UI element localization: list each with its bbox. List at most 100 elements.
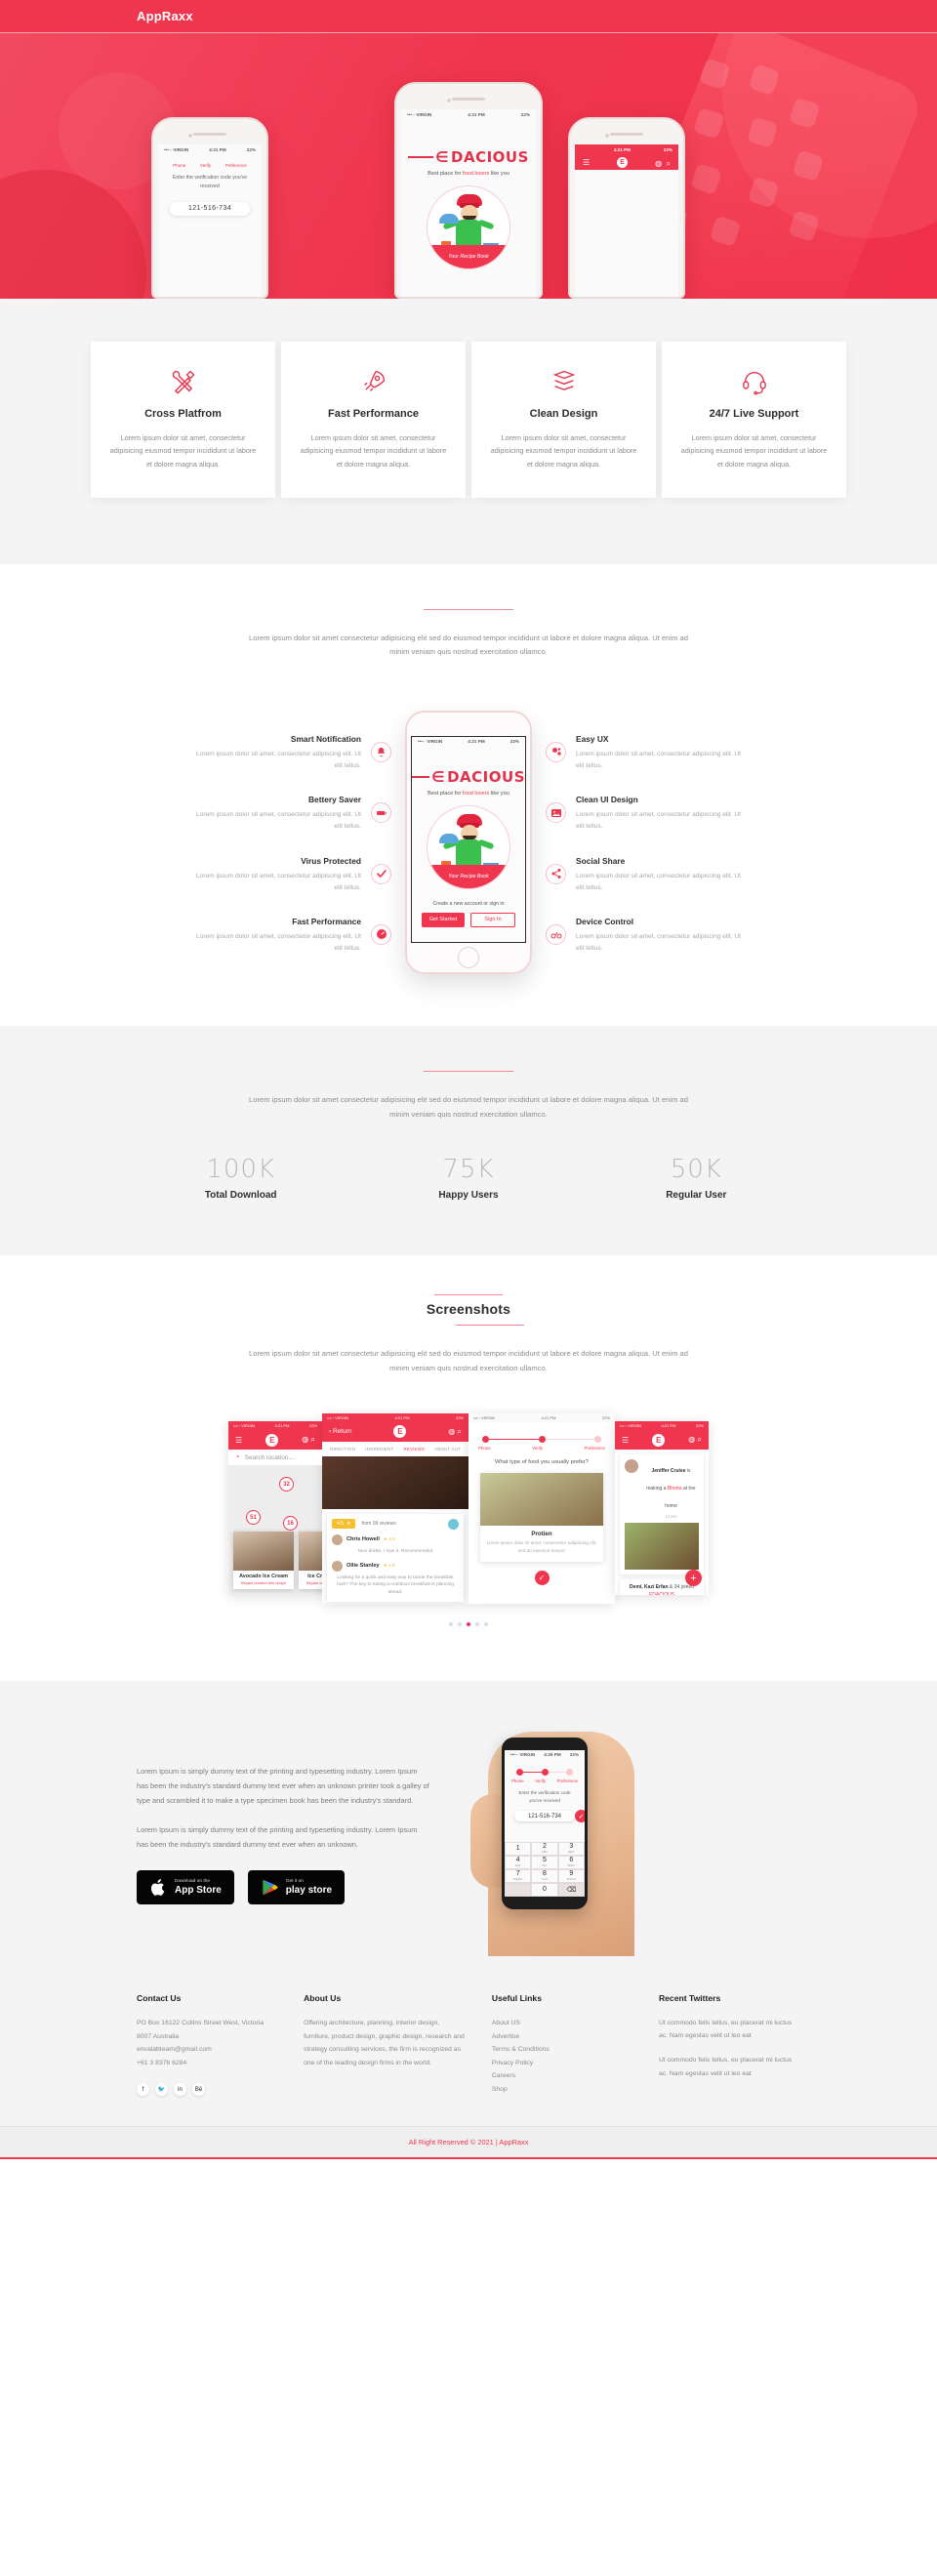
key-1[interactable]: 1 [505, 1841, 532, 1856]
carousel-dot[interactable] [484, 1621, 488, 1626]
feature-item[interactable]: Social Share Lorem ipsum dolor sit amet,… [546, 856, 741, 894]
globe-icon[interactable]: ◍ [302, 1435, 308, 1444]
key-6[interactable]: 6 MNO [557, 1855, 585, 1869]
key-3[interactable]: 3 DEF [557, 1841, 585, 1856]
screenshot-map[interactable]: •••◦◦ VIRGIN 4:21 PM 22% ☰ E ◍ ⌕ 32 51 1… [228, 1421, 322, 1596]
map-pin[interactable]: 51 [246, 1510, 261, 1526]
linkedin-icon[interactable]: in [174, 2083, 186, 2097]
key-8[interactable]: 8 TUV [531, 1868, 558, 1883]
screenshot-preference[interactable]: •••◦◦ VIRGIN 4:21 PM 22% Phone Verify Pr… [468, 1412, 615, 1604]
contact-phone[interactable]: +61 3 8376 6284 [137, 2057, 278, 2070]
carousel-dot[interactable] [458, 1621, 462, 1626]
search-icon[interactable]: ⌕ [667, 159, 671, 168]
screenshot-reviews[interactable]: •••◦◦ VIRGIN 4:21 PM 22% ‹ Return E ◍ ⌕ … [322, 1412, 468, 1604]
feature-card[interactable]: Clean Design Lorem ipsum dolor sit amet,… [471, 342, 656, 498]
headset-icon [677, 365, 831, 398]
key-9[interactable]: 9 WXYZ [557, 1868, 585, 1883]
confirm-code-button[interactable]: ✓ [575, 1810, 585, 1823]
footer: Contact Us PO Box 16122 Collins Street W… [0, 1955, 937, 2126]
map-pin[interactable]: 32 [279, 1477, 294, 1492]
play-store-button[interactable]: Get it on play store [247, 1870, 346, 1905]
food-card[interactable]: Ice Cream Truffle Biryani created this r… [299, 1532, 322, 1590]
confirm-button[interactable]: ✓ [534, 1570, 550, 1585]
contact-email[interactable]: envalabteam@gmail.com [137, 2043, 278, 2057]
feature-card[interactable]: Fast Performance Lorem ipsum dolor sit a… [281, 342, 466, 498]
search-icon[interactable]: ⌕ [698, 1435, 702, 1444]
search-input[interactable]: Search location.... [245, 1454, 296, 1461]
join-names[interactable]: Demi, Kazi Erfan [630, 1584, 668, 1590]
footer-link-shop[interactable]: Shop [492, 2083, 633, 2097]
globe-icon[interactable]: ◍ [688, 1435, 695, 1444]
search-icon[interactable]: ⌕ [311, 1435, 315, 1444]
food-card[interactable]: Avocado Ice Cream Biryani created this r… [233, 1532, 294, 1590]
map-pin[interactable]: 16 [283, 1516, 298, 1532]
numeric-keypad[interactable]: 1 2 ABC 3 DEF 4 GHI 5 JKL 6 MNO 7 PQRS 8 TUV 9W… [505, 1841, 585, 1897]
app-tagline: Best place for food lovers like you [412, 791, 525, 797]
verification-code-input[interactable]: 121-516-734 [170, 201, 250, 216]
tab-about[interactable]: ABOUT AUT [434, 1447, 461, 1452]
tagline-post: like you [489, 171, 509, 177]
facebook-icon[interactable]: f [137, 2083, 149, 2097]
key-0[interactable]: 0 [531, 1882, 558, 1897]
globe-icon[interactable]: ◍ [655, 159, 662, 168]
feature-item[interactable]: Smart Notification Lorem ipsum dolor sit… [196, 734, 391, 772]
feed-user[interactable]: Jeniffer Cruise [651, 1468, 685, 1474]
get-started-button[interactable]: Get Started [422, 912, 465, 927]
status-battery: 22% [246, 146, 256, 152]
feature-item[interactable]: Virus Protected Lorem ipsum dolor sit am… [196, 856, 391, 894]
app-store-button[interactable]: Download on the App Store [137, 1870, 234, 1905]
twitter-icon[interactable]: 🐦 [155, 2083, 168, 2097]
carousel-dot-active[interactable] [467, 1621, 470, 1626]
key-backspace[interactable]: ⌫ [557, 1882, 585, 1897]
verification-code-input[interactable]: 121-516-734 ✓ [514, 1810, 585, 1823]
footer-link-careers[interactable]: Careers [492, 2069, 633, 2083]
footer-link-privacy[interactable]: Privacy Policy [492, 2057, 633, 2070]
detail-tabs[interactable]: DIRECTION INGREDIENT REVIEWS ABOUT AUT [322, 1441, 468, 1456]
footer-link-about[interactable]: About US [492, 2017, 633, 2030]
feature-item[interactable]: Fast Performance Lorem ipsum dolor sit a… [196, 917, 391, 955]
step-dot-preference[interactable] [594, 1435, 601, 1443]
hamburger-icon[interactable]: ☰ [235, 1436, 242, 1445]
carousel-dot[interactable] [449, 1621, 453, 1626]
map-search-bar[interactable]: ⌕ Search location.... [228, 1450, 322, 1466]
step-dot-phone[interactable] [482, 1435, 489, 1443]
hamburger-icon[interactable]: ☰ [622, 1436, 629, 1445]
step-dot-preference[interactable] [566, 1768, 573, 1776]
step-dot-phone[interactable] [516, 1768, 523, 1776]
brand-logo[interactable]: AppRaxx [137, 9, 193, 23]
hamburger-icon[interactable]: ☰ [583, 158, 590, 167]
step-dot-verify[interactable] [538, 1435, 546, 1443]
footer-link-advertise[interactable]: Advertise [492, 2030, 633, 2044]
recipe-book-badge: Your Recipe Book [428, 864, 509, 888]
tab-direction[interactable]: DIRECTION [330, 1447, 355, 1452]
feed-recipe[interactable]: Bhorta [668, 1486, 682, 1492]
feature-item[interactable]: Clean UI Design Lorem ipsum dolor sit am… [546, 795, 741, 833]
screenshot-carousel[interactable]: •••◦◦ VIRGIN 4:21 PM 22% ☰ E ◍ ⌕ 32 51 1… [0, 1409, 937, 1609]
behance-icon[interactable]: Bē [192, 2083, 205, 2097]
tab-ingredient[interactable]: INGREDIENT [365, 1447, 393, 1452]
key-7[interactable]: 7 PQRS [505, 1868, 532, 1883]
feature-item[interactable]: Bettery Saver Lorem ipsum dolor sit amet… [196, 795, 391, 833]
feature-item[interactable]: Easy UX Lorem ipsum dolor sit amet, cons… [546, 734, 741, 772]
map-canvas[interactable]: 32 51 16 2 Avocado Ice Cream Biryani cre… [228, 1450, 322, 1596]
screenshot-feed[interactable]: •••◦◦ VIRGIN 4:21 PM 22% ☰ E ◍ ⌕ Jeniffe… [615, 1421, 709, 1596]
key-2[interactable]: 2 ABC [531, 1841, 558, 1856]
home-button[interactable] [458, 946, 479, 968]
feed-item[interactable]: Jeniffer Cruise is making a Bhorta at he… [620, 1454, 704, 1575]
step-dot-verify[interactable] [541, 1768, 549, 1776]
feature-card[interactable]: Cross Platfrom Lorem ipsum dolor sit ame… [91, 342, 275, 498]
carousel-dot[interactable] [475, 1621, 479, 1626]
sign-in-button[interactable]: Sign In [470, 912, 515, 927]
carousel-dots[interactable] [0, 1621, 937, 1626]
tab-reviews[interactable]: REVIEWS [403, 1447, 425, 1452]
step-label-phone: Phone [478, 1445, 491, 1451]
footer-link-terms[interactable]: Terms & Conditions [492, 2043, 633, 2057]
key-4[interactable]: 4 GHI [505, 1855, 532, 1869]
feature-item[interactable]: Device Control Lorem ipsum dolor sit ame… [546, 917, 741, 955]
search-icon[interactable]: ⌕ [458, 1427, 462, 1436]
feature-card[interactable]: 24/7 Live Support Lorem ipsum dolor sit … [662, 342, 846, 498]
globe-icon[interactable]: ◍ [448, 1427, 455, 1436]
key-5[interactable]: 5 JKL [531, 1855, 558, 1869]
back-button[interactable]: ‹ Return [329, 1428, 352, 1435]
dish-card[interactable]: Protien Lorem ipsum dolor sit amet, cons… [480, 1472, 603, 1562]
